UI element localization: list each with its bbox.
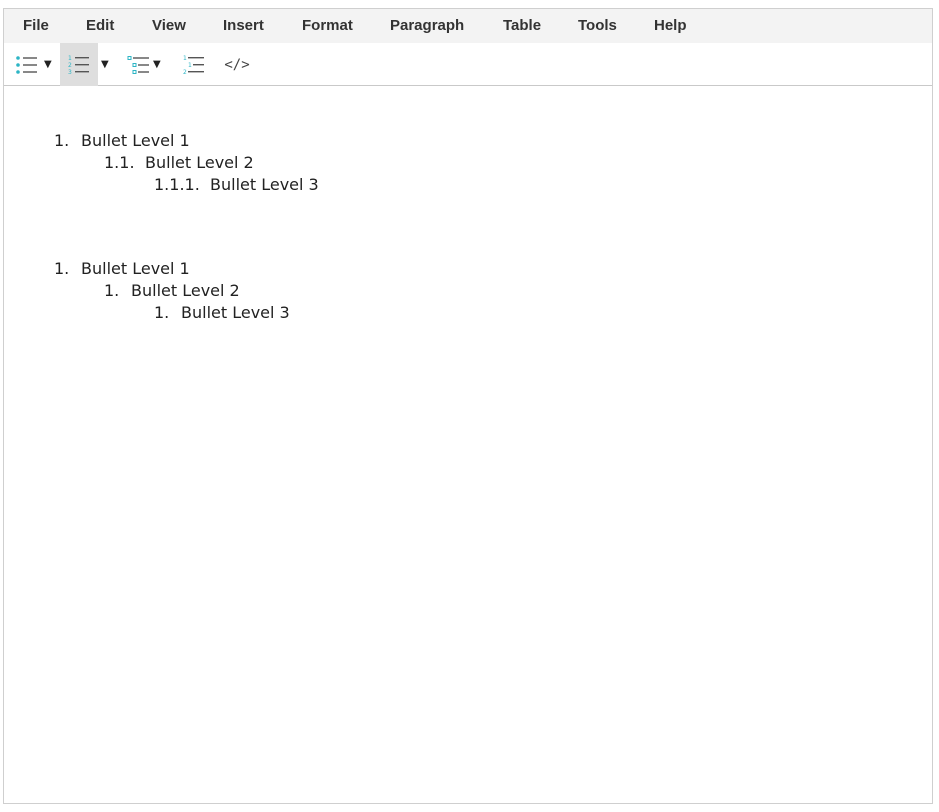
- list-item-text: Bullet Level 1: [81, 131, 190, 150]
- menu-edit[interactable]: Edit: [86, 9, 114, 43]
- bullet-list-button[interactable]: [10, 43, 44, 86]
- numbered-list-dropdown[interactable]: ▼: [101, 43, 109, 86]
- rich-text-editor: File Edit View Insert Format Paragraph T…: [3, 8, 933, 804]
- menu-table[interactable]: Table: [503, 9, 541, 43]
- list-item: 1.1. Bullet Level 2: [104, 152, 254, 174]
- list-marker: 1.: [54, 259, 70, 278]
- svg-text:1: 1: [183, 55, 187, 62]
- svg-text:1: 1: [188, 62, 192, 69]
- numbered-list-icon: 1 2 3: [68, 55, 89, 76]
- menubar: File Edit View Insert Format Paragraph T…: [4, 9, 932, 43]
- list-item-text: Bullet Level 2: [145, 153, 254, 172]
- menu-insert[interactable]: Insert: [223, 9, 264, 43]
- menu-help[interactable]: Help: [654, 9, 687, 43]
- list-item-text: Bullet Level 1: [81, 259, 190, 278]
- multilevel-list-icon: [127, 55, 149, 74]
- list-item: 1. Bullet Level 1: [54, 258, 190, 280]
- list-item-text: Bullet Level 3: [210, 175, 319, 194]
- bullet-list-dropdown[interactable]: ▼: [44, 43, 52, 86]
- numbered-list-button[interactable]: 1 2 3: [60, 43, 98, 86]
- list-item: 1. Bullet Level 2: [104, 280, 240, 302]
- svg-text:2: 2: [68, 62, 72, 69]
- multilevel-list-button[interactable]: [124, 43, 154, 86]
- list-marker: 1.1.1.: [154, 175, 200, 194]
- svg-text:3: 3: [68, 69, 72, 76]
- list-marker: 1.: [54, 131, 70, 150]
- menu-file[interactable]: File: [23, 9, 49, 43]
- toolbar: ▼ 1 2 3 ▼ ▼ 1 1 2 </>: [4, 43, 932, 86]
- editor-content[interactable]: 1. Bullet Level 1 1.1. Bullet Level 2 1.1.…: [4, 87, 932, 803]
- list-marker: 1.1.: [104, 153, 135, 172]
- list-marker: 1.: [154, 303, 170, 322]
- list-item: 1. Bullet Level 1: [54, 130, 190, 152]
- outline-numbered-list-button[interactable]: 1 1 2: [179, 43, 209, 86]
- source-code-icon: </>: [224, 56, 250, 73]
- bullet-list-icon: [16, 55, 37, 74]
- multilevel-list-dropdown[interactable]: ▼: [153, 43, 161, 86]
- source-code-button[interactable]: </>: [219, 43, 255, 86]
- list-item-text: Bullet Level 3: [181, 303, 290, 322]
- menu-paragraph[interactable]: Paragraph: [390, 9, 464, 43]
- menu-view[interactable]: View: [152, 9, 186, 43]
- list-marker: 1.: [104, 281, 120, 300]
- svg-text:1: 1: [68, 55, 72, 62]
- list-item: 1.1.1. Bullet Level 3: [154, 174, 319, 196]
- list-item-text: Bullet Level 2: [131, 281, 240, 300]
- menu-tools[interactable]: Tools: [578, 9, 617, 43]
- svg-text:2: 2: [183, 69, 187, 76]
- list-item: 1. Bullet Level 3: [154, 302, 290, 324]
- menu-format[interactable]: Format: [302, 9, 353, 43]
- outline-numbered-list-icon: 1 1 2: [183, 55, 204, 76]
